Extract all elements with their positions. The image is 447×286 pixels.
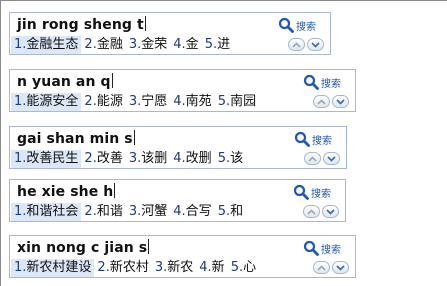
page-up-button[interactable] (313, 261, 330, 274)
candidate-item[interactable]: 3.该删 (126, 150, 170, 168)
page-up-button[interactable] (288, 38, 305, 51)
page-down-button[interactable] (332, 95, 349, 108)
page-up-button[interactable] (304, 152, 321, 165)
chevron-down-icon (311, 41, 320, 48)
page-controls (313, 261, 349, 274)
chevron-down-icon (336, 264, 345, 271)
candidate-item[interactable]: 4.合写 (170, 203, 214, 221)
text-caret (111, 73, 113, 88)
candidate-item[interactable]: 2.新农村 (94, 259, 151, 277)
search-icon (293, 184, 309, 200)
candidate-item[interactable]: 4.改删 (170, 150, 214, 168)
page-controls (313, 95, 349, 108)
candidate-item[interactable]: 5.该 (215, 150, 246, 168)
page-up-button[interactable] (313, 95, 330, 108)
ime-candidate-window: xin nong c jian s 搜索 1.新农村建设 2.新农村 3.新农 … (9, 235, 356, 278)
search-button[interactable]: 搜索 (293, 183, 331, 201)
candidate-item[interactable]: 2.和谐 (81, 203, 125, 221)
candidate-item[interactable]: 4.金 (170, 36, 201, 54)
composition-text: xin nong c jian s (17, 239, 150, 256)
candidate-item[interactable]: 5.和 (215, 203, 246, 221)
page-controls (304, 152, 340, 165)
chevron-up-icon (292, 41, 301, 48)
search-icon (303, 74, 319, 90)
candidate-list: 1.改善民生 2.改善 3.该删 4.改删 5.该 (11, 149, 345, 168)
page-down-button[interactable] (332, 261, 349, 274)
page-controls (288, 38, 324, 51)
composition-text: jin rong sheng t (17, 16, 146, 33)
chevron-up-icon (308, 155, 317, 162)
chevron-down-icon (336, 98, 345, 105)
candidate-item[interactable]: 2.改善 (81, 150, 125, 168)
candidate-item[interactable]: 2.能源 (81, 93, 125, 111)
search-button[interactable]: 搜索 (303, 73, 341, 91)
candidate-list: 1.能源安全 2.能源 3.宁愿 4.南苑 5.南园 (11, 92, 354, 111)
composition-text: gai shan min s (17, 130, 135, 147)
candidate-item[interactable]: 3.新农 (152, 259, 196, 277)
search-icon (278, 17, 294, 33)
chevron-up-icon (317, 264, 326, 271)
candidate-item[interactable]: 2.金融 (81, 36, 125, 54)
search-button[interactable]: 搜索 (303, 239, 341, 257)
chevron-down-icon (327, 155, 336, 162)
ime-candidate-window: he xie she h 搜索 1.和谐社会 2.和谐 3.河蟹 4.合写 5.… (9, 179, 346, 222)
page-down-button[interactable] (323, 152, 340, 165)
search-button[interactable]: 搜索 (278, 16, 316, 34)
candidate-item[interactable]: 1.和谐社会 (11, 202, 82, 221)
search-label: 搜索 (321, 244, 341, 256)
candidate-item[interactable]: 4.南苑 (170, 93, 214, 111)
text-caret (148, 239, 150, 254)
candidate-item[interactable]: 1.新农村建设 (11, 258, 95, 277)
candidate-item[interactable]: 1.金融生态 (11, 35, 82, 54)
ime-candidate-window: n yuan an q 搜索 1.能源安全 2.能源 3.宁愿 4.南苑 5.南… (9, 69, 356, 112)
page-controls (303, 205, 339, 218)
candidate-item[interactable]: 1.能源安全 (11, 92, 82, 111)
search-label: 搜索 (311, 188, 331, 200)
search-button[interactable]: 搜索 (294, 130, 332, 148)
page-down-button[interactable] (307, 38, 324, 51)
candidate-item[interactable]: 3.宁愿 (126, 93, 170, 111)
candidate-item[interactable]: 5.心 (228, 259, 259, 277)
page-up-button[interactable] (303, 205, 320, 218)
candidate-item[interactable]: 5.南园 (215, 93, 259, 111)
candidate-item[interactable]: 5.进 (202, 36, 233, 54)
candidate-item[interactable]: 1.改善民生 (11, 149, 82, 168)
candidate-item[interactable]: 3.河蟹 (126, 203, 170, 221)
chevron-up-icon (307, 208, 316, 215)
chevron-down-icon (326, 208, 335, 215)
search-label: 搜索 (296, 21, 316, 33)
search-label: 搜索 (312, 135, 332, 147)
search-icon (303, 240, 319, 256)
search-label: 搜索 (321, 78, 341, 90)
candidate-list: 1.和谐社会 2.和谐 3.河蟹 4.合写 5.和 (11, 202, 344, 221)
candidate-list: 1.新农村建设 2.新农村 3.新农 4.新 5.心 (11, 258, 354, 277)
chevron-up-icon (317, 98, 326, 105)
candidate-list: 1.金融生态 2.金融 3.金荣 4.金 5.进 (11, 35, 329, 54)
ime-candidate-window: gai shan min s 搜索 1.改善民生 2.改善 3.该删 4.改删 … (9, 126, 347, 169)
text-caret (114, 183, 116, 198)
candidate-item[interactable]: 3.金荣 (126, 36, 170, 54)
page-down-button[interactable] (322, 205, 339, 218)
text-caret (144, 16, 146, 31)
ime-candidate-window: jin rong sheng t 搜索 1.金融生态 2.金融 3.金荣 4.金… (9, 12, 331, 55)
composition-text: n yuan an q (17, 73, 113, 90)
composition-text: he xie she h (17, 183, 116, 200)
search-icon (294, 131, 310, 147)
text-caret (133, 130, 135, 145)
candidate-item[interactable]: 4.新 (196, 259, 227, 277)
